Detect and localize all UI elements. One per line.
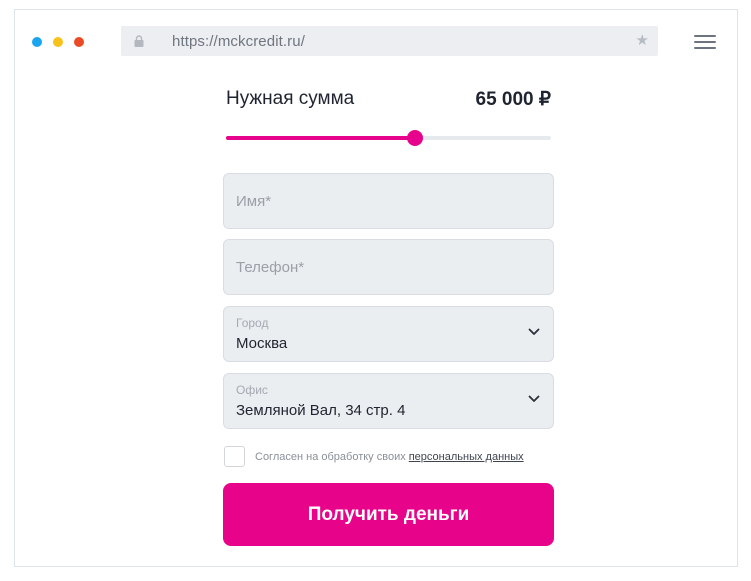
menu-icon[interactable] [694, 35, 716, 49]
chevron-down-icon [528, 395, 540, 402]
get-money-button[interactable]: Получить деньги [223, 483, 554, 546]
lock-icon [134, 35, 144, 47]
amount-slider[interactable] [226, 130, 551, 146]
window-dot-red [74, 37, 84, 47]
amount-label: Нужная сумма [226, 88, 355, 109]
city-value: Москва [236, 335, 288, 352]
window-dot-yellow [53, 37, 63, 47]
personal-data-link[interactable]: персональных данных [409, 451, 524, 463]
phone-input[interactable] [224, 240, 553, 294]
consent-text: Согласен на обработку своих [255, 450, 406, 463]
name-field[interactable] [223, 173, 554, 229]
consent-row: Согласен на обработку своих персональных… [224, 446, 524, 467]
city-label: Город [236, 316, 269, 330]
url-text[interactable]: https://mckcredit.ru/ [172, 33, 305, 50]
slider-fill [226, 136, 415, 140]
office-select[interactable]: Офис Земляной Вал, 34 стр. 4 [223, 373, 554, 429]
window-dot-blue [32, 37, 42, 47]
name-input[interactable] [224, 174, 553, 228]
address-bar[interactable]: https://mckcredit.ru/ ★ [121, 26, 658, 56]
office-value: Земляной Вал, 34 стр. 4 [236, 402, 406, 419]
window-controls [32, 37, 84, 47]
phone-field[interactable] [223, 239, 554, 295]
browser-window: https://mckcredit.ru/ ★ Нужная сумма 65 … [14, 9, 738, 567]
consent-checkbox[interactable] [224, 446, 245, 467]
city-select[interactable]: Город Москва [223, 306, 554, 362]
office-label: Офис [236, 383, 268, 397]
chevron-down-icon [528, 328, 540, 335]
star-icon[interactable]: ★ [636, 32, 649, 50]
amount-value: 65 000 ₽ [475, 89, 551, 110]
slider-thumb[interactable] [406, 130, 423, 146]
